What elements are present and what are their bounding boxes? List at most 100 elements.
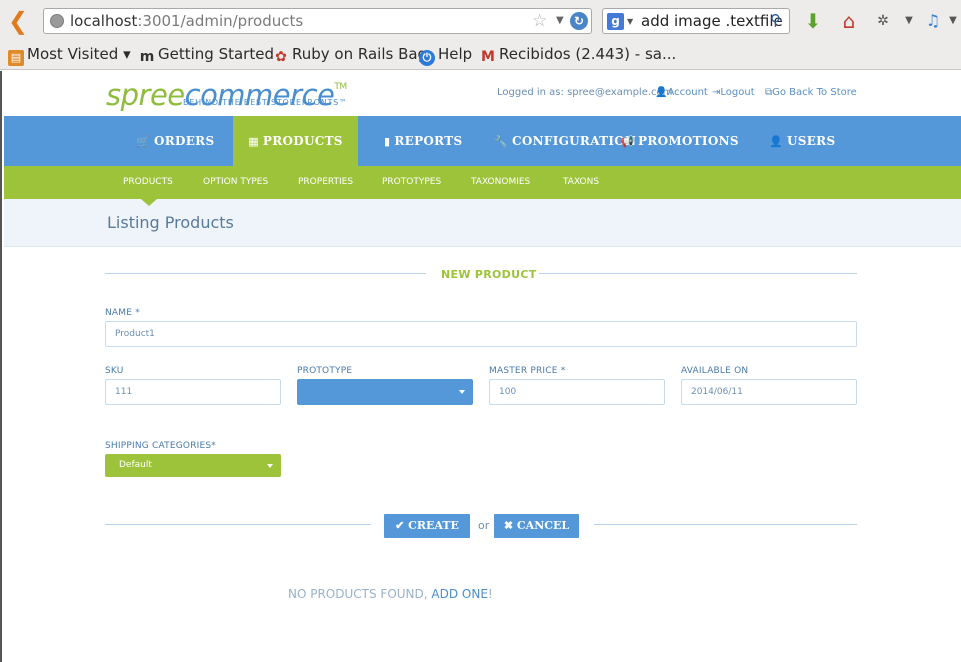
browser-nav-row: ❮ localhost:3001/admin/products ☆ ▼ ↻ g … — [0, 4, 961, 38]
back-to-store-link[interactable]: ⧉Go Back To Store — [765, 87, 857, 98]
page: spreecommerceTM BEHIND THE BEST STOREFRO… — [0, 71, 961, 662]
add-one-link[interactable]: ADD ONE — [431, 587, 488, 601]
no-products-text: NO PRODUCTS FOUND, — [288, 587, 432, 601]
nav-promotions-label: PROMOTIONS — [638, 134, 739, 148]
subnav-products[interactable]: PRODUCTS — [123, 166, 173, 199]
m-logo-icon: m — [139, 49, 155, 65]
url-dropdown-icon[interactable]: ▼ — [556, 15, 564, 26]
prototype-select[interactable] — [297, 379, 473, 405]
master-price-field[interactable]: 100 — [489, 379, 665, 405]
th-large-icon: ▦ — [248, 135, 259, 148]
logo-tm: TM — [334, 82, 347, 92]
shipping-categories-value: Default — [119, 460, 152, 470]
magnifier-icon[interactable]: ⚲ — [770, 11, 788, 29]
bookmark-label: Help — [438, 45, 473, 63]
bookmark-recibidos[interactable]: M Recibidos (2.443) - sa... — [480, 45, 676, 65]
bookmark-label: Most Visited ▾ — [27, 45, 131, 63]
available-on-field[interactable]: 2014/06/11 — [681, 379, 857, 405]
required-mark: * — [560, 366, 566, 376]
wrench-icon: 🔧 — [494, 135, 508, 148]
browser-chrome: ❮ localhost:3001/admin/products ☆ ▼ ↻ g … — [0, 0, 961, 70]
gmail-icon: M — [481, 49, 495, 65]
nav-products[interactable]: ▦ PRODUCTS — [233, 116, 358, 166]
title-bar: Listing Products — [4, 199, 961, 247]
logout-label: Logout — [720, 87, 755, 98]
music-dropdown-icon[interactable]: ▼ — [940, 8, 961, 34]
page-title: Listing Products — [107, 213, 234, 232]
subnav-prototypes[interactable]: PROTOTYPES — [382, 166, 441, 199]
name-label-text: NAME — [105, 308, 133, 318]
nav-users[interactable]: 👤 USERS — [769, 116, 835, 166]
active-nav-pointer — [285, 166, 301, 173]
home-icon[interactable]: ⌂ — [836, 8, 862, 34]
section-title-new-product: NEW PRODUCT — [441, 268, 537, 281]
back-to-store-label: Go Back To Store — [772, 87, 857, 98]
back-arrow-icon[interactable]: ❮ — [8, 7, 32, 35]
url-bar[interactable]: localhost:3001/admin/products ☆ ▼ ↻ — [43, 8, 592, 34]
actions-divider-left — [105, 524, 371, 525]
cancel-button[interactable]: ✖ CANCEL — [494, 514, 579, 538]
or-text: or — [478, 519, 490, 532]
search-input[interactable]: add image .textfile — [641, 12, 783, 30]
nav-users-label: USERS — [787, 134, 836, 148]
shipping-categories-label: SHIPPING CATEGORIES* — [105, 441, 217, 451]
section-divider-right — [539, 273, 857, 274]
caret-down-icon — [459, 390, 465, 394]
active-subnav-pointer — [141, 199, 157, 206]
caret-down-icon — [267, 464, 273, 468]
sku-label: SKU — [105, 366, 124, 376]
ruby-icon: ✿ — [275, 49, 287, 65]
bookmark-most-visited[interactable]: ▤ Most Visited ▾ — [8, 45, 131, 66]
user-icon: 👤 — [769, 135, 783, 148]
bookmark-star-icon[interactable]: ☆ — [532, 11, 547, 31]
bookmark-help[interactable]: ⏻ Help — [419, 45, 472, 66]
globe-icon — [50, 14, 64, 28]
logout-link[interactable]: ⇥Logout — [712, 87, 755, 98]
sku-field[interactable]: 111 — [105, 379, 281, 405]
nav-reports[interactable]: ▮ REPORTS — [384, 116, 462, 166]
nav-configuration[interactable]: 🔧 CONFIGURATION — [494, 116, 636, 166]
bookmarks-toolbar: ▤ Most Visited ▾ m Getting Started ✿ Ruby o… — [0, 42, 961, 68]
master-price-label: MASTER PRICE * — [489, 366, 565, 376]
name-field[interactable]: Product1 — [105, 321, 857, 347]
logo-tagline: BEHIND THE BEST STOREFRONTS™ — [183, 98, 348, 107]
subnav-taxonomies[interactable]: TAXONOMIES — [471, 166, 530, 199]
available-on-label: AVAILABLE ON — [681, 366, 749, 376]
bookmark-ruby-on-rails[interactable]: ✿ Ruby on Rails Bag — [273, 45, 427, 65]
no-products-tail: ! — [487, 587, 493, 601]
actions-divider-right — [594, 524, 857, 525]
spree-logo[interactable]: spreecommerceTM BEHIND THE BEST STOREFRO… — [106, 71, 366, 111]
search-bar[interactable]: g ▼ add image .textfile ⚲ — [602, 8, 790, 34]
main-nav: 🛒 ORDERS ▦ PRODUCTS ▮ REPORTS 🔧 CONFIGURATIO… — [4, 116, 961, 166]
folder-icon: ▤ — [8, 50, 24, 66]
bullhorn-icon: 📢 — [620, 135, 634, 148]
subnav-taxons[interactable]: TAXONS — [563, 166, 599, 199]
account-label: Account — [667, 87, 708, 98]
no-products-message: NO PRODUCTS FOUND, ADD ONE! — [288, 587, 493, 601]
url-text[interactable]: localhost:3001/admin/products — [70, 12, 303, 30]
shipping-categories-select[interactable]: Default — [105, 454, 281, 477]
reload-icon[interactable]: ↻ — [570, 12, 588, 30]
subnav-properties[interactable]: PROPERTIES — [298, 166, 353, 199]
addon-dropdown-icon[interactable]: ▼ — [896, 8, 922, 34]
bookmark-label: Getting Started — [158, 45, 274, 63]
nav-promotions[interactable]: 📢 PROMOTIONS — [620, 116, 739, 166]
addon-icon[interactable]: ✲ — [870, 8, 896, 34]
bookmark-getting-started[interactable]: m Getting Started — [139, 45, 274, 65]
bookmark-label: Ruby on Rails Bag — [292, 45, 428, 63]
user-icon: 👤 — [655, 87, 668, 98]
url-path: :3001/admin/products — [137, 12, 304, 30]
nav-orders-label: ORDERS — [154, 134, 215, 148]
nav-orders[interactable]: 🛒 ORDERS — [136, 116, 214, 166]
nav-products-label: PRODUCTS — [262, 134, 343, 148]
section-divider-left — [105, 273, 426, 274]
google-icon[interactable]: g — [607, 13, 624, 30]
sub-nav: PRODUCTS OPTION TYPES PROPERTIES PROTOTY… — [4, 166, 961, 199]
master-price-label-text: MASTER PRICE — [489, 366, 558, 376]
account-link[interactable]: 👤Account — [655, 87, 708, 98]
required-mark: * — [135, 308, 140, 318]
subnav-option-types[interactable]: OPTION TYPES — [203, 166, 268, 199]
create-button[interactable]: ✔ CREATE — [384, 514, 470, 538]
download-icon[interactable]: ⬇ — [800, 8, 826, 34]
search-engine-dropdown-icon[interactable]: ▼ — [627, 17, 633, 26]
